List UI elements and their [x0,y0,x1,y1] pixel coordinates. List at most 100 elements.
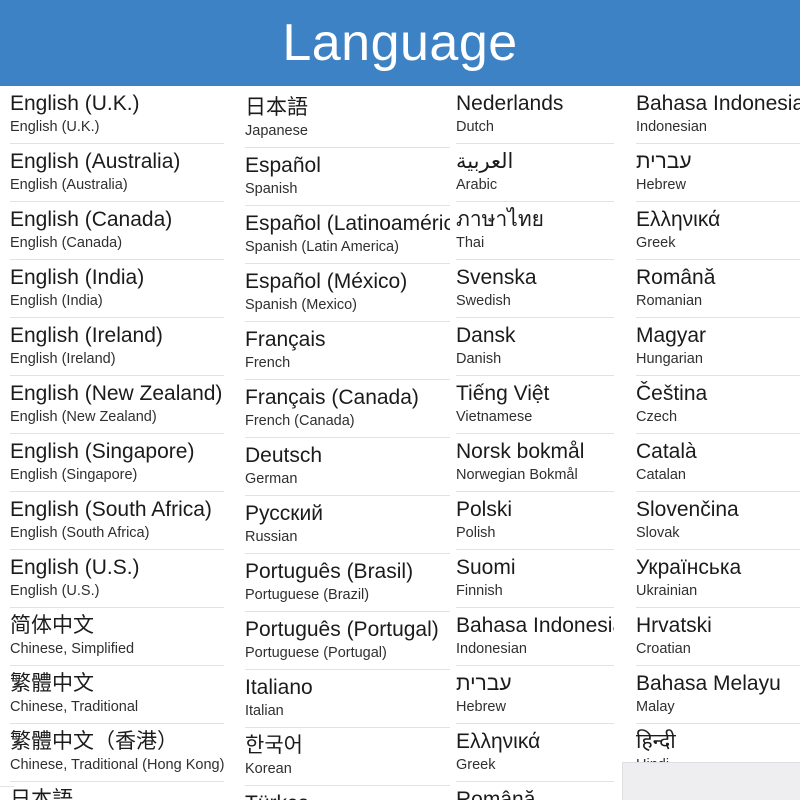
language-list-item[interactable]: Español Spanish [245,148,450,206]
language-english-label: English (New Zealand) [10,409,157,425]
language-list-item[interactable]: English (U.K.) English (U.K.) [10,86,224,144]
language-native-label: English (Australia) [10,150,181,173]
language-native-label: Español (Latinoamérica) [245,212,450,235]
language-list-item[interactable]: Bahasa Melayu Malay [636,666,800,724]
language-english-label: Hungarian [636,351,703,367]
language-list-item[interactable]: Čeština Czech [636,376,800,434]
language-english-label: English (India) [10,293,103,309]
language-list-item[interactable]: Deutsch German [245,438,450,496]
language-english-label: Indonesian [636,119,707,135]
language-list-item[interactable]: Bahasa Indonesia Indonesian [456,608,614,666]
language-english-label: Czech [636,409,678,425]
language-english-label: Korean [245,761,292,777]
language-column-1[interactable]: English (U.K.) English (U.K.) English (Aus… [10,86,224,800]
language-list-item[interactable]: 한국어 Korean [245,728,450,786]
language-list-item[interactable]: Tiếng Việt Vietnamese [456,376,614,434]
language-list-item[interactable]: English (Australia) English (Australia) [10,144,224,202]
language-list-item[interactable]: Ελληνικά Greek [456,724,614,782]
language-list-item[interactable]: English (Canada) English (Canada) [10,202,224,260]
language-list-item[interactable]: English (India) English (India) [10,260,224,318]
language-list-item[interactable]: 繁體中文 Chinese, Traditional [10,666,224,724]
language-list-item[interactable]: Nederlands Dutch [456,86,614,144]
language-list-item[interactable]: English (U.S.) English (U.S.) [10,550,224,608]
language-native-label: Français [245,328,326,351]
language-english-label: English (Canada) [10,235,123,251]
language-list-item[interactable]: Italiano Italian [245,670,450,728]
language-native-label: Bahasa Indonesia [456,614,614,637]
language-english-label: Hebrew [636,177,686,193]
language-list-item[interactable]: Norsk bokmål Norwegian Bokmål [456,434,614,492]
language-list-item[interactable]: עברית Hebrew [456,666,614,724]
language-list-region[interactable]: English (U.K.) English (U.K.) English (Aus… [0,86,800,800]
language-list-item[interactable]: 简体中文 Chinese, Simplified [10,608,224,666]
language-native-label: Türkçe [245,791,450,800]
language-list-item[interactable]: English (Singapore) English (Singapore) [10,434,224,492]
language-list-item[interactable]: 日本語Japanese [10,782,224,800]
language-list-item[interactable]: Polski Polish [456,492,614,550]
language-column-2[interactable]: 日本語 Japanese Español Spanish Español (Latino… [245,86,450,800]
language-list-item[interactable]: Português (Brasil) Portuguese (Brazil) [245,554,450,612]
language-list-item[interactable]: Português (Portugal) Portuguese (Portugal… [245,612,450,670]
language-picker-screen: Language English (U.K.) English (U.K.) Eng… [0,0,800,800]
language-list-item[interactable]: Dansk Danish [456,318,614,376]
language-list-item[interactable]: Magyar Hungarian [636,318,800,376]
language-list-item[interactable]: TürkçeTurkish [245,786,450,800]
language-english-label: Spanish [245,181,298,197]
language-english-label: Slovak [636,525,680,541]
language-column-4[interactable]: SuomiFinnishBahasa IndonesiaIndonesianעב… [636,86,800,800]
language-list-item[interactable]: Català Catalan [636,434,800,492]
footer-panel [622,762,800,800]
language-native-label: 繁體中文（香港） [10,730,178,753]
language-native-label: עברית [456,672,512,695]
language-list-item[interactable]: Español (México) Spanish (Mexico) [245,264,450,322]
language-native-label: Bahasa Indonesia [636,92,800,115]
language-list-item[interactable]: English (Ireland) English (Ireland) [10,318,224,376]
language-english-label: Russian [245,529,298,545]
language-english-label: Malay [636,699,675,715]
language-native-label: Português (Portugal) [245,618,439,641]
language-list-item[interactable]: Hrvatski Croatian [636,608,800,666]
language-list-item[interactable]: RomânăRomanian [636,260,800,318]
language-english-label: Thai [456,235,485,251]
language-list-item[interactable]: Français (Canada) French (Canada) [245,380,450,438]
language-list-item[interactable]: Svenska Swedish [456,260,614,318]
language-native-label: English (South Africa) [10,498,212,521]
language-english-label: French (Canada) [245,413,355,429]
language-list-item[interactable]: עברית Hebrew [636,144,800,202]
language-english-label: Spanish (Latin America) [245,239,399,255]
page-header: Language [0,0,800,86]
language-native-label: Polski [456,498,513,521]
language-list-item[interactable]: ภาษาไทย Thai [456,202,614,260]
language-english-label: English (South Africa) [10,525,150,541]
language-native-label: Hrvatski [636,614,712,637]
language-english-label: Hebrew [456,699,506,715]
language-list-item[interactable]: Slovenčina Slovak [636,492,800,550]
language-list-item[interactable]: العربية Arabic [456,144,614,202]
language-list-item[interactable]: RomânăRomanian [456,782,614,800]
language-native-label: 한국어 [245,734,303,757]
language-native-label: Ελληνικά [636,208,721,231]
language-list-item[interactable]: Español (Latinoamérica) Spanish (Latin Am… [245,206,450,264]
language-list-item[interactable]: Українська Ukrainian [636,550,800,608]
language-column-3[interactable]: Nederlands Dutch العربية Arabic ภาษาไทย Thai S… [456,86,614,800]
language-english-label: Chinese, Traditional (Hong Kong) [10,757,224,773]
language-list-item[interactable]: 日本語Japanese [245,90,450,148]
language-english-label: Indonesian [456,641,527,657]
language-list-item[interactable]: 繁體中文（香港） Chinese, Traditional (Hong Kong) [10,724,224,782]
language-list-item[interactable]: Русский Russian [245,496,450,554]
language-list-item[interactable]: Suomi Finnish [456,550,614,608]
language-list-item[interactable]: English (South Africa) English (South Afr… [10,492,224,550]
language-list-item[interactable]: Bahasa Indonesia Indonesian [636,86,800,144]
language-native-label: ภาษาไทย [456,208,544,231]
language-english-label: Arabic [456,177,498,193]
language-english-label: Romanian [636,293,703,309]
language-english-label: Greek [636,235,676,251]
language-english-label: Japanese [245,123,308,139]
language-english-label: Swedish [456,293,511,309]
language-list-item[interactable]: Ελληνικά Greek [636,202,800,260]
language-list-item[interactable]: English (New Zealand) English (New Zealan… [10,376,224,434]
language-native-label: English (Singapore) [10,440,195,463]
language-native-label: Українська [636,556,742,579]
language-native-label: English (U.K.) [10,92,140,115]
language-list-item[interactable]: Français French [245,322,450,380]
